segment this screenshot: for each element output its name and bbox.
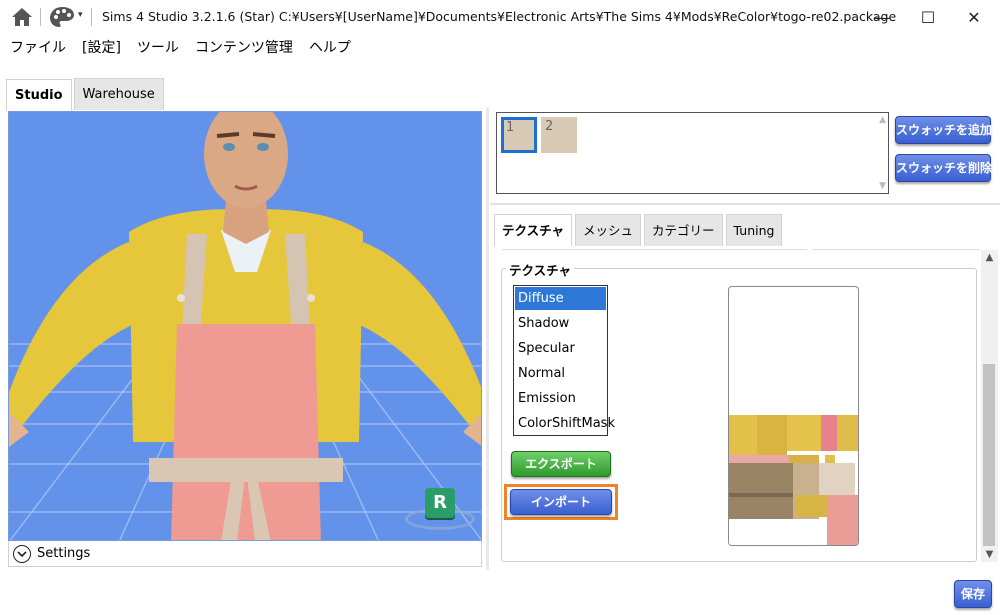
menu-bar: ファイル [設定] ツール コンテンツ管理 ヘルプ	[0, 36, 359, 60]
chevron-down-icon[interactable]	[13, 544, 31, 563]
tab-category[interactable]: カテゴリー	[644, 214, 723, 246]
tab-studio[interactable]: Studio	[6, 79, 72, 111]
add-swatch-button[interactable]: スウォッチを追加	[895, 116, 992, 144]
save-button[interactable]: 保存	[954, 580, 992, 608]
title-bar: ▾ Sims 4 Studio 3.2.1.6 (Star) C:¥Users¥…	[0, 0, 1000, 34]
tab-texture[interactable]: テクスチャ	[494, 214, 573, 246]
divider	[812, 249, 980, 250]
swatch-list[interactable]: 1 2 ▲ ▼	[496, 112, 889, 194]
scroll-up-icon[interactable]: ▲	[879, 115, 886, 125]
swatch-item[interactable]: 2	[541, 117, 577, 153]
swatch-item[interactable]: 1	[501, 117, 537, 153]
title-separator	[91, 8, 92, 26]
palette-dropdown-icon[interactable]: ▾	[78, 10, 83, 20]
window-title: Sims 4 Studio 3.2.1.6 (Star) C:¥Users¥[U…	[102, 9, 897, 24]
menu-help[interactable]: ヘルプ	[301, 36, 359, 60]
reset-view-icon[interactable]: R	[425, 488, 455, 518]
tab-mesh[interactable]: メッシュ	[575, 214, 642, 246]
3d-viewport[interactable]: R	[8, 111, 482, 541]
settings-expander[interactable]: Settings	[8, 541, 482, 567]
list-item[interactable]: Shadow	[514, 311, 607, 336]
import-button[interactable]: インポート	[510, 489, 612, 515]
close-button[interactable]: ✕	[954, 4, 994, 30]
texture-preview	[728, 286, 859, 546]
menu-file[interactable]: ファイル	[0, 36, 74, 60]
menu-settings[interactable]: [設定]	[74, 36, 129, 60]
texture-group-title: テクスチャ	[506, 260, 575, 279]
scroll-down-icon[interactable]: ▼	[981, 549, 998, 560]
maximize-button[interactable]: ☐	[908, 4, 948, 30]
settings-label: Settings	[37, 546, 91, 561]
home-icon[interactable]	[10, 6, 34, 28]
list-item[interactable]: Diffuse	[515, 287, 606, 310]
export-button[interactable]: エクスポート	[511, 451, 611, 477]
tab-tuning[interactable]: Tuning	[725, 214, 783, 246]
viewport-scene	[9, 112, 481, 540]
title-separator	[40, 8, 41, 26]
list-item[interactable]: Emission	[514, 386, 607, 411]
menu-content-management[interactable]: コンテンツ管理	[187, 36, 301, 60]
scroll-up-icon[interactable]: ▲	[981, 252, 998, 263]
texture-type-list[interactable]: Diffuse Shadow Specular Normal Emission …	[513, 285, 615, 436]
right-tab-bar: テクスチャ メッシュ カテゴリー Tuning	[494, 214, 785, 246]
horizontal-splitter[interactable]	[490, 203, 1000, 205]
left-tab-bar: Studio Warehouse	[6, 78, 166, 111]
divider	[502, 249, 807, 250]
texture-atlas-image	[729, 415, 858, 545]
list-item[interactable]: Normal	[514, 361, 607, 386]
delete-swatch-button[interactable]: スウォッチを削除	[895, 154, 992, 182]
palette-icon[interactable]	[48, 5, 76, 29]
scroll-down-icon[interactable]: ▼	[879, 181, 886, 191]
minimize-button[interactable]: —	[862, 4, 902, 30]
menu-tools[interactable]: ツール	[129, 36, 187, 60]
scrollbar-thumb[interactable]	[983, 364, 995, 546]
panel-splitter[interactable]	[486, 108, 489, 570]
list-item[interactable]: ColorShiftMask	[514, 411, 615, 436]
tab-warehouse[interactable]: Warehouse	[73, 78, 164, 110]
list-item[interactable]: Specular	[514, 336, 607, 361]
